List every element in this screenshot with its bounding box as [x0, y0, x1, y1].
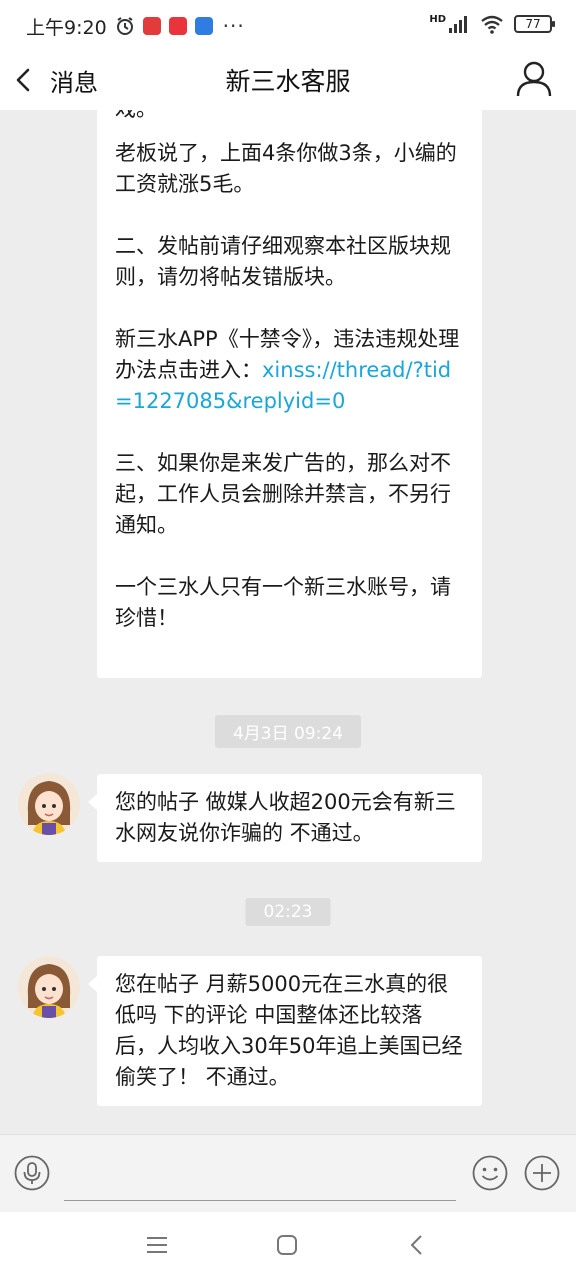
emoji-icon: [472, 1155, 508, 1191]
profile-button[interactable]: [514, 58, 554, 98]
menu-button[interactable]: [144, 1232, 170, 1258]
input-bar: [0, 1134, 576, 1212]
rules-paragraph: 一个三水人只有一个新三水账号，请珍惜！: [115, 575, 451, 630]
nav-back-button[interactable]: [404, 1232, 430, 1258]
user-profile-icon: [516, 61, 552, 97]
timestamp: 02:23: [245, 898, 331, 926]
status-time: 上午9:20: [26, 16, 107, 39]
clipped-previous-line: 戏。: [115, 110, 464, 132]
wifi-icon: [481, 15, 503, 34]
rules-paragraph: 老板说了，上面4条你做3条，小编的工资就涨5毛。: [115, 141, 457, 196]
back-label: 消息: [50, 68, 98, 97]
avatar[interactable]: [18, 956, 80, 1018]
rules-paragraph: 二、发帖前请仔细观察本社区版块规则，请勿将帖发错版块。: [115, 234, 451, 289]
menu-icon: [147, 1237, 167, 1253]
rules-paragraph: 三、如果你是来发广告的，那么对不起，工作人员会删除并禁言，不另行通知。: [115, 451, 451, 537]
message-bubble: 您的帖子 做媒人收超200元会有新三水网友说你诈骗的 不通过。: [88, 774, 482, 862]
battery-icon: 77: [514, 15, 555, 33]
status-right: HD 77: [429, 13, 555, 34]
cartoon-girl-avatar-icon: [18, 773, 80, 835]
rules-paragraph: 新三水APP《十禁令》，违法违规处理办法点击进入：xinss://thread/…: [115, 324, 464, 417]
more-notifications-icon: ···: [222, 14, 245, 38]
rules-message-bubble: 戏。 老板说了，上面4条你做3条，小编的工资就涨5毛。 二、发帖前请仔细观察本社…: [97, 110, 482, 678]
app-notification-icon-blue: [194, 17, 213, 35]
add-attachment-button[interactable]: [524, 1155, 560, 1191]
emoji-button[interactable]: [472, 1155, 508, 1191]
message-bubble: 您在帖子 月薪5000元在三水真的很低吗 下的评论 中国整体还比较落后，人均收入…: [88, 956, 482, 1106]
signal-icon: [449, 16, 467, 33]
cartoon-girl-avatar-icon: [18, 956, 80, 1018]
app-notification-icon-check: [168, 17, 187, 35]
plus-icon: [524, 1155, 560, 1191]
status-notification-icons: [115, 16, 213, 36]
home-icon: [277, 1235, 297, 1255]
chat-header: 消息 新三水客服: [0, 52, 576, 110]
app-notification-icon-red: [142, 17, 161, 35]
voice-button[interactable]: [14, 1155, 50, 1191]
status-bar: 上午9:20 ··· HD 77: [0, 0, 576, 52]
nav-back-icon: [410, 1235, 422, 1255]
message-input[interactable]: [64, 1153, 456, 1201]
timestamp: 4月3日 09:24: [214, 715, 362, 748]
network-label: HD: [429, 13, 446, 25]
alarm-icon: [116, 17, 133, 35]
voice-icon: [14, 1155, 50, 1191]
back-button[interactable]: 消息: [12, 60, 98, 100]
system-nav-bar: [0, 1212, 576, 1280]
back-icon: [16, 68, 30, 92]
home-button[interactable]: [274, 1232, 300, 1258]
avatar[interactable]: [18, 773, 80, 835]
chat-area[interactable]: 戏。 老板说了，上面4条你做3条，小编的工资就涨5毛。 二、发帖前请仔细观察本社…: [0, 110, 576, 1134]
